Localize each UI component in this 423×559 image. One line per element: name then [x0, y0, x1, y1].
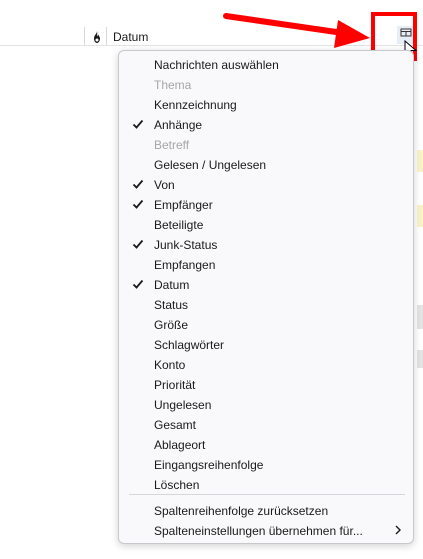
menu-item: Betreff [119, 134, 413, 154]
menu-item-label: Status [154, 298, 189, 312]
menu-item-label: Anhänge [154, 118, 203, 132]
menu-item-label: Beteiligte [154, 218, 204, 232]
menu-item-label: Kennzeichnung [154, 98, 237, 112]
column-separator[interactable] [106, 27, 107, 45]
menu-item-label: Empfangen [154, 258, 216, 272]
menu-item[interactable]: Datum [119, 274, 413, 294]
menu-item[interactable]: Kennzeichnung [119, 94, 413, 114]
menu-item[interactable]: Empfangen [119, 254, 413, 274]
menu-item[interactable]: Empfänger [119, 194, 413, 214]
menu-item-label: Thema [154, 78, 192, 92]
menu-item-label: Konto [154, 358, 186, 372]
menu-item[interactable]: Beteiligte [119, 214, 413, 234]
list-row-edge [417, 350, 423, 368]
column-separator[interactable] [84, 27, 85, 45]
flame-icon[interactable] [90, 30, 106, 44]
menu-item-label: Betreff [154, 138, 190, 152]
checkmark-icon [132, 279, 144, 289]
menu-item[interactable]: Ablageort [119, 434, 413, 454]
menu-item[interactable]: Junk-Status [119, 234, 413, 254]
menu-item-label: Nachrichten auswählen [154, 58, 279, 72]
menu-item-label: Datum [154, 278, 190, 292]
checkmark-icon [132, 119, 144, 129]
menu-item-label: Schlagwörter [154, 338, 225, 352]
checkmark-icon [132, 239, 144, 249]
menu-item-label: Priorität [154, 378, 196, 392]
menu-item[interactable]: Nachrichten auswählen [119, 54, 413, 74]
menu-item[interactable]: Anhänge [119, 114, 413, 134]
list-row-edge [417, 205, 423, 227]
menu-item[interactable]: Schlagwörter [119, 334, 413, 354]
menu-item-label: Junk-Status [154, 238, 218, 252]
menu-item-label: Spaltenreihenfolge zurücksetzen [154, 504, 329, 518]
column-picker-menu: Nachrichten auswählen Thema Kennzeichnung A… [118, 50, 414, 544]
annotation-arrow [223, 13, 370, 48]
checkmark-icon [132, 179, 144, 189]
checkmark-icon [132, 199, 144, 209]
apply-column-settings-item[interactable]: Spalteneinstellungen übernehmen für... [119, 520, 413, 540]
menu-item[interactable]: Ungelesen [119, 394, 413, 414]
menu-item-label: Von [154, 178, 175, 192]
menu-item-label: Größe [154, 318, 189, 332]
list-row-edge [417, 305, 423, 329]
menu-item-label: Ungelesen [154, 398, 212, 412]
menu-item-label: Spalteneinstellungen übernehmen für... [154, 524, 363, 538]
menu-item[interactable]: Von [119, 174, 413, 194]
menu-item-label: Gelesen / Ungelesen [154, 158, 267, 172]
menu-item-label: Löschen [154, 478, 200, 492]
menu-item[interactable]: Konto [119, 354, 413, 374]
menu-item-label: Empfänger [154, 198, 213, 212]
menu-item[interactable]: Größe [119, 314, 413, 334]
menu-item-label: Ablageort [154, 438, 206, 452]
chevron-right-icon [395, 525, 401, 535]
list-row-edge [417, 150, 423, 172]
menu-item[interactable]: Löschen [119, 474, 413, 494]
reset-column-order-item[interactable]: Spaltenreihenfolge zurücksetzen [119, 500, 413, 520]
menu-item[interactable]: Gelesen / Ungelesen [119, 154, 413, 174]
date-column-header[interactable]: Datum [113, 30, 148, 44]
menu-item[interactable]: Status [119, 294, 413, 314]
menu-item: Thema [119, 74, 413, 94]
menu-item-label: Eingangsreihenfolge [154, 458, 264, 472]
menu-item[interactable]: Eingangsreihenfolge [119, 454, 413, 474]
menu-item-label: Gesamt [154, 418, 197, 432]
menu-item[interactable]: Priorität [119, 374, 413, 394]
menu-item[interactable]: Gesamt [119, 414, 413, 434]
menu-separator [129, 494, 405, 495]
